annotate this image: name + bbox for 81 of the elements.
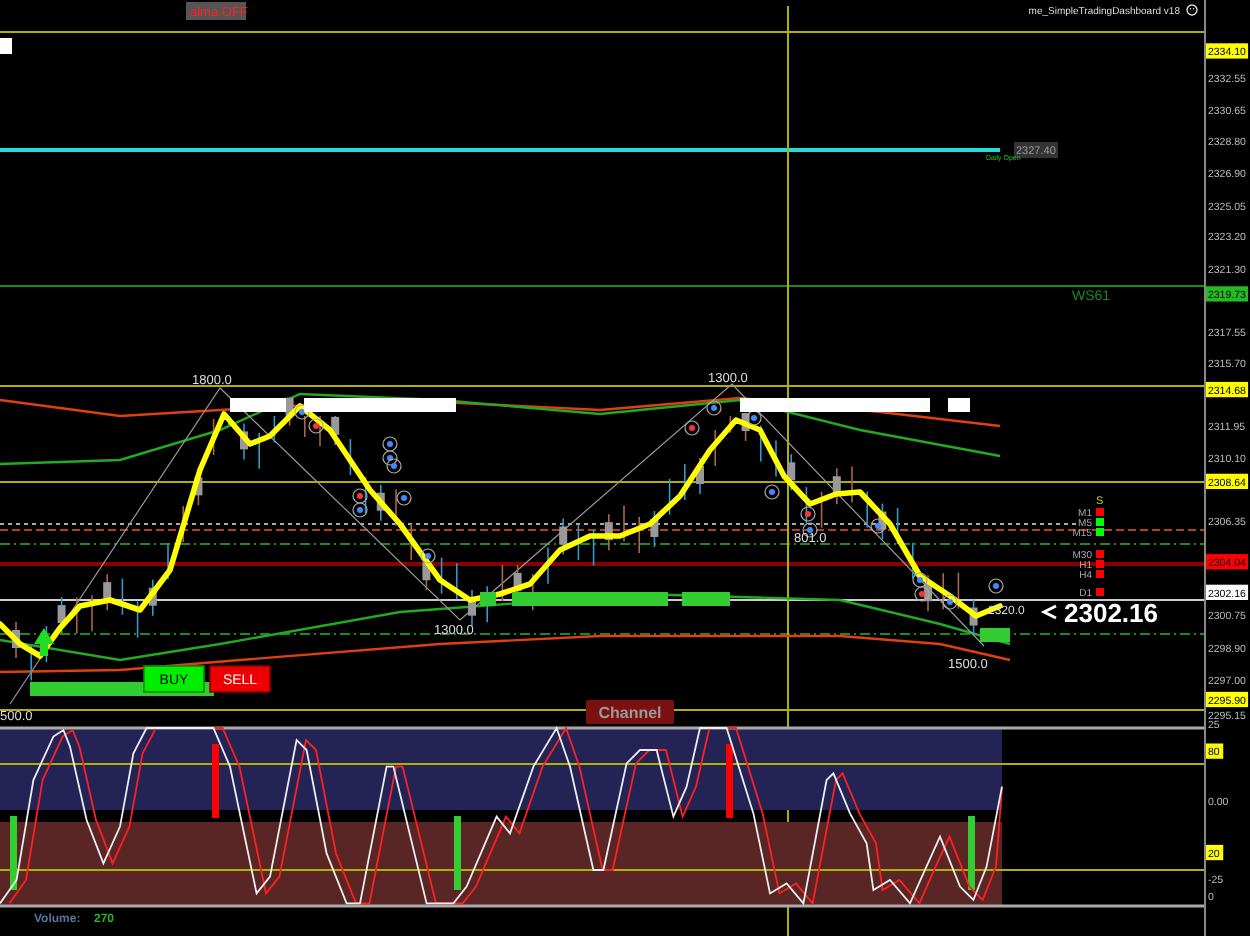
signal-bar <box>980 628 1010 642</box>
candlestick <box>638 516 640 554</box>
signal-marker <box>706 400 722 416</box>
candlestick <box>45 625 48 663</box>
candlestick <box>714 429 716 467</box>
signal-bar <box>480 592 496 606</box>
candlestick <box>547 547 549 585</box>
signal-bar <box>10 816 17 890</box>
oscillator-title: Channel <box>586 700 674 724</box>
signal-bar <box>212 744 219 818</box>
signal-marker <box>764 484 780 500</box>
candlestick <box>896 507 899 545</box>
candlestick <box>696 457 704 495</box>
candlestick <box>760 424 762 463</box>
candlestick <box>331 415 340 446</box>
candlestick <box>212 418 215 456</box>
candlestick <box>410 523 412 562</box>
signal-marker <box>420 548 436 564</box>
candlestick <box>468 588 476 627</box>
up-arrow-icon <box>34 628 54 656</box>
candlestick <box>729 415 732 434</box>
signal-bar <box>682 592 730 606</box>
candlestick <box>787 453 796 492</box>
candlestick <box>182 505 184 543</box>
candlestick <box>592 528 595 567</box>
candlestick <box>319 415 321 448</box>
candlestick <box>684 463 686 501</box>
candlestick <box>820 490 823 529</box>
candlestick <box>456 562 458 601</box>
candlestick <box>240 422 248 461</box>
candlestick <box>121 577 124 616</box>
candlestick <box>805 486 808 524</box>
candlestick <box>559 517 568 556</box>
candlestick <box>91 594 93 632</box>
candlestick <box>851 465 853 504</box>
current-price: 2302.16 <box>1064 598 1158 628</box>
candlestick <box>942 572 944 610</box>
candlestick <box>167 542 169 580</box>
signal-marker <box>396 490 412 506</box>
candlestick <box>924 574 932 613</box>
candlestick <box>12 621 20 659</box>
signal-bar <box>968 816 975 890</box>
candlestick <box>957 571 960 610</box>
candlestick <box>304 415 306 438</box>
candlestick <box>376 483 385 522</box>
candlestick <box>148 578 157 617</box>
label-bar <box>948 398 970 412</box>
candlestick <box>623 504 625 543</box>
candlestick <box>650 510 659 548</box>
candlestick <box>501 564 504 602</box>
marker-square <box>0 38 12 54</box>
candlestick <box>741 413 750 442</box>
candlestick <box>364 476 367 515</box>
candlestick <box>775 439 777 478</box>
smiley-icon <box>1186 4 1198 16</box>
label-bar <box>230 398 286 412</box>
signal-bar <box>454 816 461 890</box>
candlestick <box>668 477 671 516</box>
candlestick <box>349 438 352 476</box>
signal-marker <box>942 594 958 610</box>
candlestick <box>273 415 276 444</box>
candlestick <box>866 490 868 529</box>
candlestick <box>912 541 914 580</box>
candlestick <box>136 600 139 639</box>
candlestick <box>486 585 488 624</box>
candlestick <box>57 596 66 634</box>
signal-marker <box>988 578 1004 594</box>
candlestick <box>395 488 397 527</box>
signal-bar <box>726 744 733 818</box>
candlestick <box>30 643 32 682</box>
signal-marker <box>684 420 700 436</box>
candlestick <box>440 556 443 595</box>
candlestick <box>285 397 294 427</box>
signal-marker <box>746 410 762 426</box>
candlestick <box>604 513 613 551</box>
candlestick <box>577 523 580 562</box>
candlestick <box>258 432 260 470</box>
candlestick <box>969 598 978 637</box>
candlestick <box>832 467 841 506</box>
candlestick <box>76 596 78 635</box>
candlestick <box>103 573 112 611</box>
